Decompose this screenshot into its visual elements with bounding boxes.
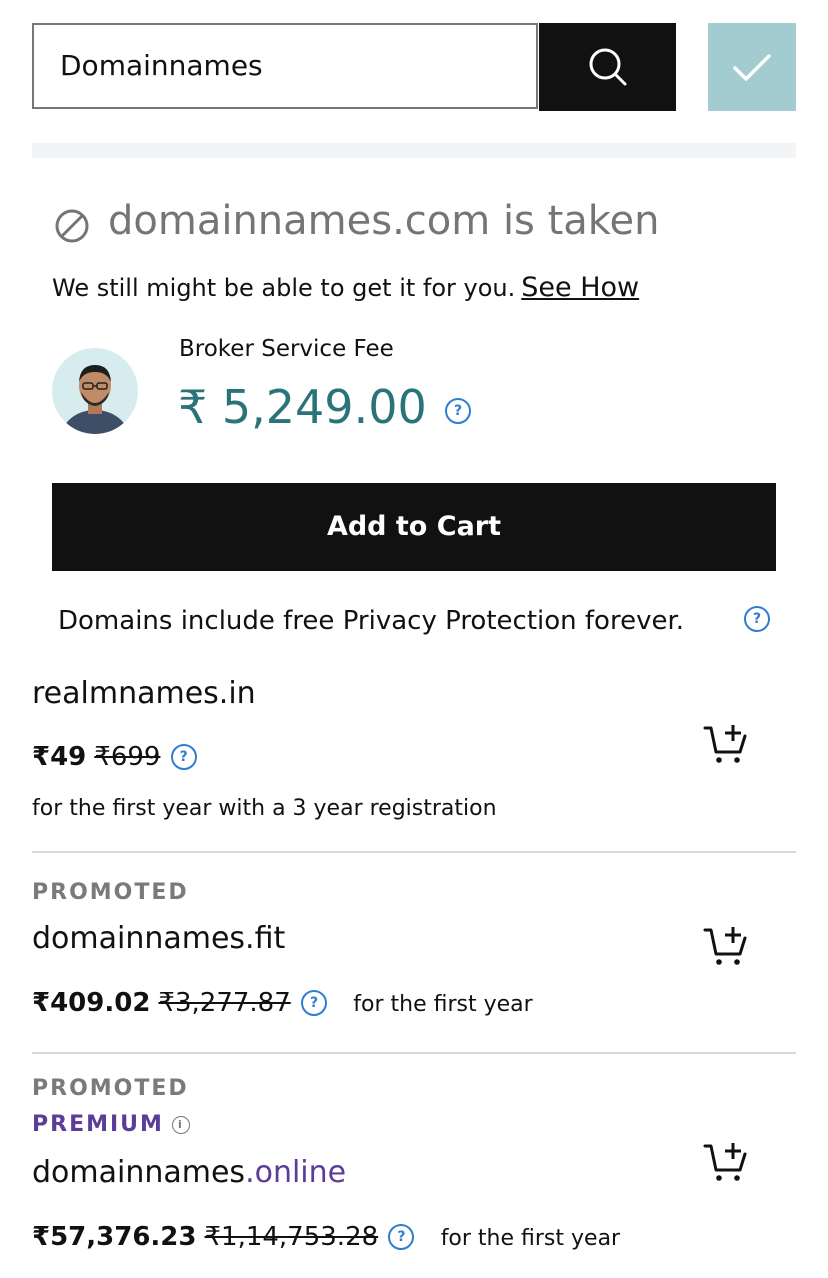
listing-divider [32, 1052, 796, 1054]
listing-term: for the first year [440, 1226, 621, 1251]
search-input[interactable]: Domainnames [32, 23, 538, 109]
domain-base: domainnames [32, 1155, 246, 1190]
add-to-cart-icon-button[interactable] [703, 1140, 751, 1188]
original-price: ₹699 [94, 742, 161, 772]
search-icon [589, 48, 627, 86]
premium-label: PREMIUM [32, 1112, 164, 1137]
listing-price: ₹57,376.23 ₹1,14,753.28 ? for the first y… [32, 1222, 620, 1252]
listing-domain-name[interactable]: realmnames.in [32, 676, 256, 711]
listing-domain-name[interactable]: domainnames.fit [32, 921, 285, 956]
info-icon[interactable]: i [171, 1116, 190, 1134]
current-price: ₹57,376.23 [32, 1222, 197, 1252]
premium-badge: PREMIUM i [32, 1112, 190, 1137]
cart-plus-icon [703, 927, 747, 965]
promoted-tag: PROMOTED [32, 1076, 189, 1101]
help-icon[interactable]: ? [170, 744, 197, 770]
add-to-cart-icon-button[interactable] [703, 924, 751, 972]
listing-term: for the first year with a 3 year registr… [32, 796, 497, 821]
original-price: ₹3,277.87 [158, 988, 291, 1018]
listing-price: ₹49 ₹699 ? [32, 742, 197, 772]
help-icon[interactable]: ? [744, 606, 770, 632]
domain-tld: .online [245, 1155, 347, 1190]
current-price: ₹409.02 [32, 988, 151, 1018]
listing-term: for the first year [353, 992, 533, 1017]
confirm-button[interactable] [708, 23, 796, 111]
privacy-note: Domains include free Privacy Protection … [58, 606, 685, 636]
broker-subtitle: We still might be able to get it for you… [52, 272, 639, 303]
broker-subtitle-text: We still might be able to get it for you… [52, 274, 516, 302]
cart-plus-icon [703, 1143, 747, 1181]
listing-divider [32, 851, 796, 853]
help-icon[interactable]: ? [301, 990, 328, 1016]
prohibited-icon [54, 208, 90, 248]
domain-status-title: domainnames.com is taken [108, 198, 660, 244]
promoted-tag: PROMOTED [32, 880, 189, 905]
section-divider [32, 143, 796, 158]
search-button[interactable] [539, 23, 676, 111]
check-icon [733, 54, 771, 81]
current-price: ₹49 [32, 742, 87, 772]
listing-domain-name[interactable]: domainnames.online [32, 1155, 346, 1190]
help-icon[interactable]: ? [388, 1224, 415, 1250]
listing-price: ₹409.02 ₹3,277.87 ? for the first year [32, 988, 533, 1018]
see-how-link[interactable]: See How [521, 272, 639, 303]
broker-fee-price: ₹ 5,249.00 [178, 380, 427, 434]
cart-plus-icon [703, 725, 747, 763]
original-price: ₹1,14,753.28 [204, 1222, 379, 1252]
add-to-cart-button[interactable]: Add to Cart [52, 483, 776, 571]
avatar [52, 348, 138, 434]
broker-fee-label: Broker Service Fee [179, 336, 394, 362]
add-to-cart-icon-button[interactable] [703, 722, 751, 770]
help-icon[interactable]: ? [445, 398, 471, 424]
